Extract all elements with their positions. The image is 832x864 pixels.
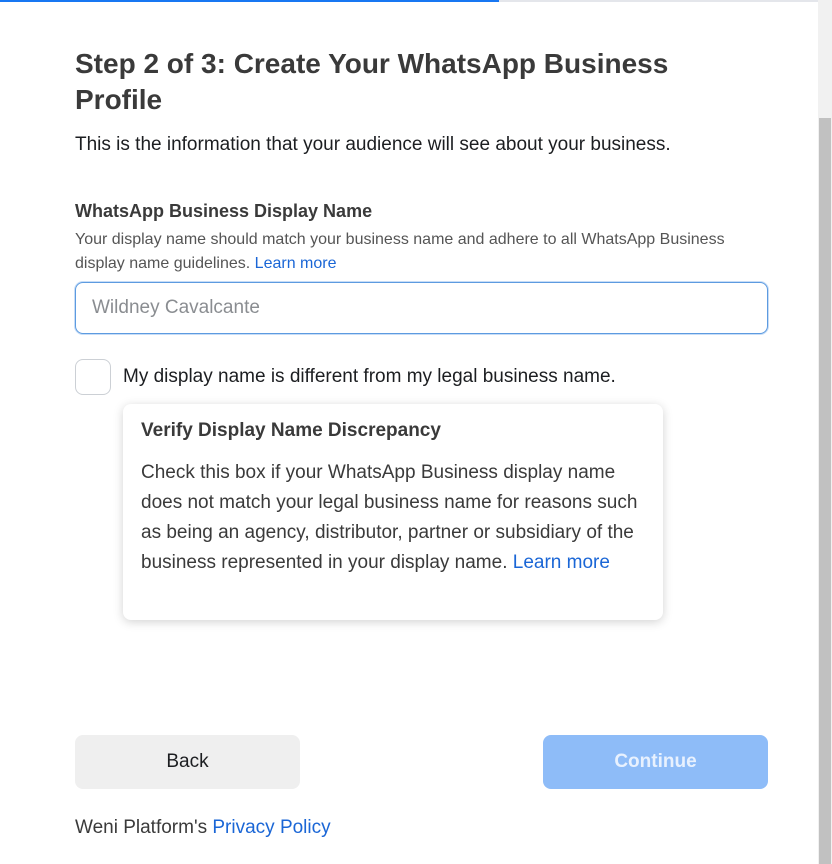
page-subtitle: This is the information that your audien… <box>75 134 671 155</box>
display-name-label: WhatsApp Business Display Name <box>75 201 373 221</box>
display-name-help: Your display name should match your busi… <box>75 228 768 276</box>
tooltip-body: Check this box if your WhatsApp Business… <box>141 458 645 578</box>
back-button[interactable]: Back <box>75 735 300 789</box>
tooltip-learn-more-link[interactable]: Learn more <box>513 552 610 573</box>
scrollbar[interactable] <box>818 0 832 864</box>
display-name-discrepancy-label[interactable]: My display name is different from my leg… <box>123 364 616 390</box>
display-name-learn-more-link[interactable]: Learn more <box>255 255 337 272</box>
tooltip-title: Verify Display Name Discrepancy <box>141 420 441 441</box>
display-name-help-text: Your display name should match your busi… <box>75 231 725 272</box>
continue-button[interactable]: Continue <box>543 735 768 789</box>
page-title: Step 2 of 3: Create Your WhatsApp Busine… <box>75 48 669 115</box>
scrollbar-thumb[interactable] <box>819 118 831 864</box>
progress-bar-fill <box>0 0 499 2</box>
footer: Weni Platform's Privacy Policy <box>75 815 331 841</box>
display-name-input[interactable] <box>75 282 768 334</box>
privacy-policy-link[interactable]: Privacy Policy <box>212 817 330 838</box>
discrepancy-tooltip: Verify Display Name Discrepancy Check th… <box>123 404 663 620</box>
progress-bar-track <box>0 0 818 2</box>
footer-prefix: Weni Platform's <box>75 817 208 838</box>
display-name-discrepancy-checkbox[interactable] <box>75 359 111 395</box>
